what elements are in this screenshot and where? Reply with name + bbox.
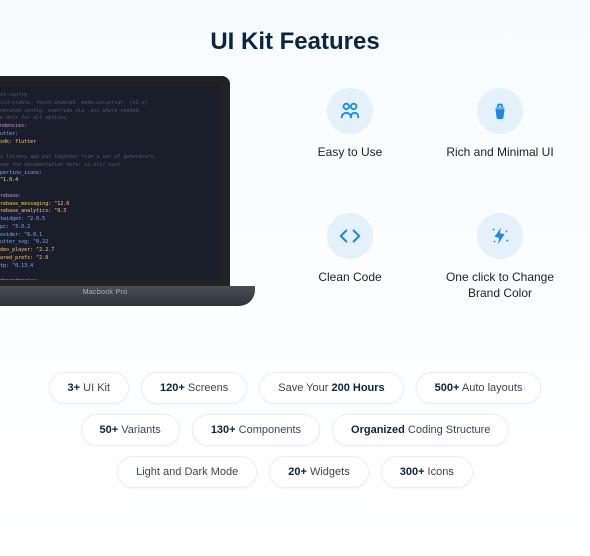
code-line: getwidget: ^2.0.5 (0, 216, 214, 224)
code-line: # see the documentation here: ui.kit/.nu… (0, 162, 214, 170)
feature-tag: 130+ Components (192, 414, 320, 446)
code-line: video_player: ^2.2.7 (0, 247, 214, 255)
code-line (0, 146, 214, 154)
code-line: # a library app put together from a set … (0, 154, 214, 162)
feature-label: Rich and Minimal UI (446, 144, 553, 160)
laptop-mockup: # nuxt-config# build:stable fetch:enable… (0, 76, 260, 326)
tags-row: 3+ UI Kit 120+ Screens Save Your 200 Hours… (0, 372, 590, 488)
laptop-base: Macbook Pro (0, 286, 255, 306)
code-line: dependencies: (0, 123, 214, 131)
code-line: flutter: (0, 131, 214, 139)
feature-clean-code: Clean Code (280, 213, 420, 326)
feature-rich-minimal-ui: Rich and Minimal UI (430, 88, 570, 185)
code-line: cupertino_icons: (0, 170, 214, 178)
code-line: firebase: (0, 193, 214, 201)
code-line: http: ^0.13.4 (0, 263, 214, 271)
feature-tag: 120+ Screens (141, 372, 247, 404)
cup-icon (477, 88, 523, 134)
feature-tag: 300+ Icons (381, 456, 473, 488)
code-line: # see docs for all options. (0, 115, 214, 123)
laptop-brand-label: Macbook Pro (0, 289, 230, 296)
code-line: grpc: ^3.0.2 (0, 224, 214, 232)
feature-tag: Light and Dark Mode (117, 456, 257, 488)
hero-section: # nuxt-config# build:stable fetch:enable… (0, 76, 590, 326)
feature-tag: Organized Coding Structure (332, 414, 509, 446)
code-line: # build:stable fetch:enabled mode:univer… (0, 100, 214, 108)
code-line: sdk: flutter (0, 139, 214, 147)
code-line: firebase_messaging: ^12.0 (0, 201, 214, 209)
feature-label: Clean Code (318, 269, 381, 285)
feature-tag: 50+ Variants (81, 414, 180, 446)
feature-label: Easy to Use (318, 144, 383, 160)
users-icon (327, 88, 373, 134)
code-line: flutter_svg: ^0.22 (0, 239, 214, 247)
spark-icon (477, 213, 523, 259)
code-line: firebase_analytics: ^9.3 (0, 208, 214, 216)
feature-tag: 3+ UI Kit (49, 372, 130, 404)
code-line (0, 185, 214, 193)
feature-brand-color: One click to Change Brand Color (430, 213, 570, 326)
code-line: # generated config. override via .env wh… (0, 108, 214, 116)
feature-easy-to-use: Easy to Use (280, 88, 420, 185)
code-line: ^1.0.4 (0, 177, 214, 185)
feature-tag: Save Your 200 Hours (259, 372, 403, 404)
code-editor-screen: # nuxt-config# build:stable fetch:enable… (0, 86, 220, 280)
code-line: provider: ^6.0.1 (0, 232, 214, 240)
code-line: dev_dependencies: (0, 278, 214, 280)
laptop-frame: # nuxt-config# build:stable fetch:enable… (0, 76, 230, 286)
code-icon (327, 213, 373, 259)
features-grid: Easy to Use Rich and Minimal UI Clean Co… (260, 76, 590, 326)
code-line: # nuxt-config (0, 92, 214, 100)
feature-tag: 500+ Auto layouts (416, 372, 542, 404)
feature-label: One click to Change Brand Color (430, 269, 570, 301)
code-line (0, 270, 214, 278)
page-title: UI Kit Features (0, 0, 590, 56)
code-line: shared_prefs: ^2.0 (0, 255, 214, 263)
feature-tag: 20+ Widgets (269, 456, 368, 488)
